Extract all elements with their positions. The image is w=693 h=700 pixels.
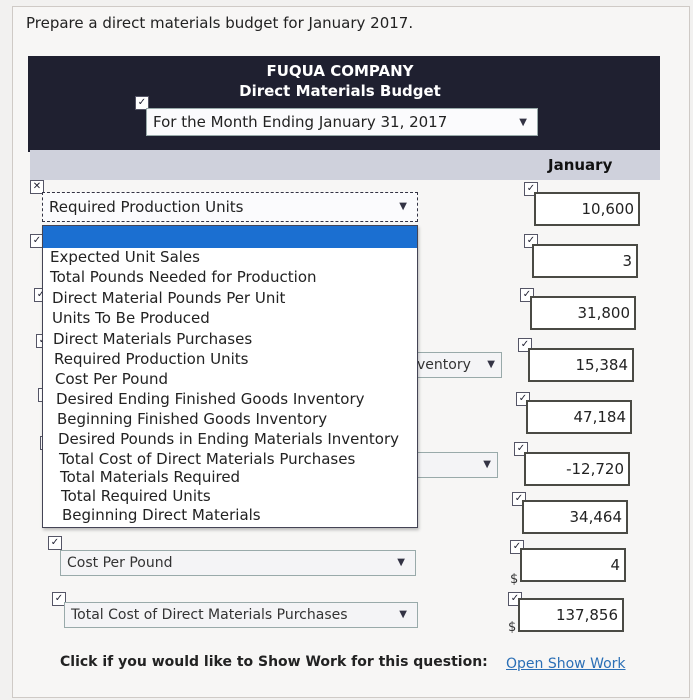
row-label-select-empty[interactable]: ▼ [412,452,498,478]
dropdown-option[interactable]: Direct Materials Purchases [53,330,252,348]
dropdown-option[interactable]: Total Materials Required [60,468,240,486]
value-input[interactable]: 31,800 [530,296,636,330]
dropdown-option[interactable]: Expected Unit Sales [50,248,200,266]
caret-down-icon: ▼ [487,359,495,370]
show-work-prompt: Click if you would like to Show Work for… [60,654,488,670]
dropdown-option[interactable]: Beginning Direct Materials [62,506,261,524]
row-label-select-partial[interactable]: ventory ▼ [410,352,502,378]
dropdown-highlight [43,226,417,248]
column-january: January [548,156,613,174]
dropdown-option[interactable]: Total Required Units [61,487,211,505]
period-select-value: For the Month Ending January 31, 2017 [153,113,448,131]
value-input[interactable]: 10,600 [534,192,640,226]
budget-title: Direct Materials Budget [239,82,441,100]
row-label-value: Cost Per Pound [67,555,173,571]
dropdown-option[interactable]: Total Pounds Needed for Production [50,268,317,286]
caret-down-icon: ▼ [399,201,407,212]
dropdown-option[interactable]: Total Cost of Direct Materials Purchases [59,450,355,468]
dollar-sign: $ [510,572,519,587]
question-prompt: Prepare a direct materials budget for Ja… [26,14,414,32]
checkmark-icon: ✓ [48,536,62,550]
value-input[interactable]: 4 [520,548,626,582]
value-input[interactable]: 47,184 [526,400,632,434]
caret-down-icon: ▼ [519,117,527,128]
dropdown-option[interactable]: Required Production Units [54,350,248,368]
dropdown-option[interactable]: Desired Pounds in Ending Materials Inven… [58,430,399,448]
dropdown-option[interactable]: Units To Be Produced [52,309,210,327]
value-input[interactable]: 34,464 [522,500,628,534]
period-select[interactable]: For the Month Ending January 31, 2017 ▼ [146,108,538,136]
dollar-sign: $ [508,620,517,635]
dropdown-option[interactable]: Beginning Finished Goods Inventory [57,410,327,428]
open-show-work-link[interactable]: Open Show Work [506,656,626,672]
row-label-select[interactable]: Required Production Units ▼ [42,192,418,222]
row-label-select-cost-per-pound[interactable]: Cost Per Pound ▼ [60,550,416,576]
value-input[interactable]: 3 [532,244,638,278]
row-label-select-total-cost[interactable]: Total Cost of Direct Materials Purchases… [64,602,418,628]
dropdown-option[interactable]: Cost Per Pound [55,370,168,388]
caret-down-icon: ▼ [483,459,491,470]
dropdown-option[interactable]: Desired Ending Finished Goods Inventory [56,390,365,408]
partial-select-text: ventory [417,357,471,373]
value-input[interactable]: 137,856 [518,598,624,632]
row-label-value: Required Production Units [49,198,244,216]
dropdown-option[interactable]: Direct Material Pounds Per Unit [52,289,285,307]
caret-down-icon: ▼ [397,557,405,568]
value-input[interactable]: -12,720 [524,452,630,486]
caret-down-icon: ▼ [399,609,407,620]
value-input[interactable]: 15,384 [528,348,634,382]
row-label-value: Total Cost of Direct Materials Purchases [71,607,348,623]
company-name: FUQUA COMPANY [266,62,414,80]
